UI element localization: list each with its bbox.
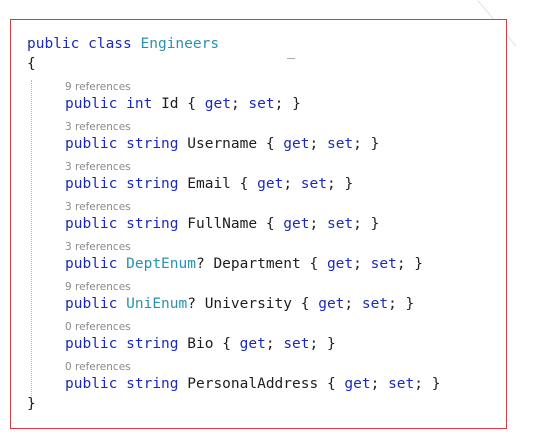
property-accessors: { get; set; } (187, 96, 301, 112)
codelens-references[interactable]: 9 references (27, 74, 498, 94)
class-members: 9 references public int Id { get; set; } 3… (27, 74, 498, 394)
property-name: Bio (187, 336, 214, 352)
property-accessors: { get; set; } (265, 216, 380, 232)
codelens-references[interactable]: 3 references (27, 194, 498, 214)
property-accessors: { get; set; } (309, 256, 424, 272)
property-name: Id (161, 96, 179, 112)
nullable-marker: ? (187, 296, 196, 312)
nullable-marker: ? (195, 256, 205, 272)
property-type: string (126, 216, 179, 232)
property-declaration: public string FullName { get; set; } (27, 214, 498, 234)
class-name: Engineers (140, 36, 220, 52)
access-modifier: public (65, 136, 118, 152)
property-name: Username (187, 136, 258, 152)
property-accessors: { get; set; } (222, 336, 336, 352)
access-modifier: public (65, 296, 118, 312)
access-modifier: public (65, 336, 118, 352)
access-modifier: public (65, 256, 118, 272)
property-declaration: public string Bio { get; set; } (27, 334, 498, 354)
property-type: DeptEnum (126, 256, 196, 272)
property-declaration: public int Id { get; set; } (27, 94, 498, 114)
property-declaration: public UniEnum? University { get; set; } (27, 294, 498, 314)
close-brace: } (27, 396, 36, 412)
property-declaration: public DeptEnum? Department { get; set; … (27, 254, 498, 274)
property-accessors: { get; set; } (326, 376, 441, 392)
property-name: University (204, 296, 293, 312)
property-type: string (126, 136, 179, 152)
codelens-references[interactable]: 3 references (27, 234, 498, 254)
property-accessors: { get; set; } (239, 176, 354, 192)
property-accessors: { get; set; } (265, 136, 380, 152)
property-name: Department (213, 256, 301, 272)
code-snippet-frame: public class Engineers { 9 references pub… (10, 19, 507, 429)
property-declaration: public string Email { get; set; } (27, 174, 498, 194)
access-modifier: public (65, 376, 118, 392)
property-type: string (126, 376, 179, 392)
access-modifier: public (65, 96, 118, 112)
access-modifier: public (65, 176, 118, 192)
property-name: PersonalAddress (187, 376, 319, 392)
access-modifier: public (65, 216, 118, 232)
property-type: int (126, 96, 153, 112)
codelens-references[interactable]: 9 references (27, 274, 498, 294)
property-name: FullName (187, 216, 258, 232)
property-declaration: public string Username { get; set; } (27, 134, 498, 154)
property-type: UniEnum (126, 296, 188, 312)
class-declaration: public class Engineers (27, 34, 498, 54)
codelens-references[interactable]: 3 references (27, 154, 498, 174)
code-editor: public class Engineers { 9 references pub… (27, 34, 498, 414)
class-keywords: public class (27, 36, 132, 52)
property-type: string (126, 336, 179, 352)
codelens-references[interactable]: 0 references (27, 354, 498, 374)
property-declaration: public string PersonalAddress { get; set… (27, 374, 498, 394)
property-name: Email (187, 176, 231, 192)
property-type: string (126, 176, 179, 192)
property-accessors: { get; set; } (300, 296, 415, 312)
codelens-references[interactable]: 0 references (27, 314, 498, 334)
open-brace: { (27, 56, 36, 72)
codelens-references[interactable]: 3 references (27, 114, 498, 134)
